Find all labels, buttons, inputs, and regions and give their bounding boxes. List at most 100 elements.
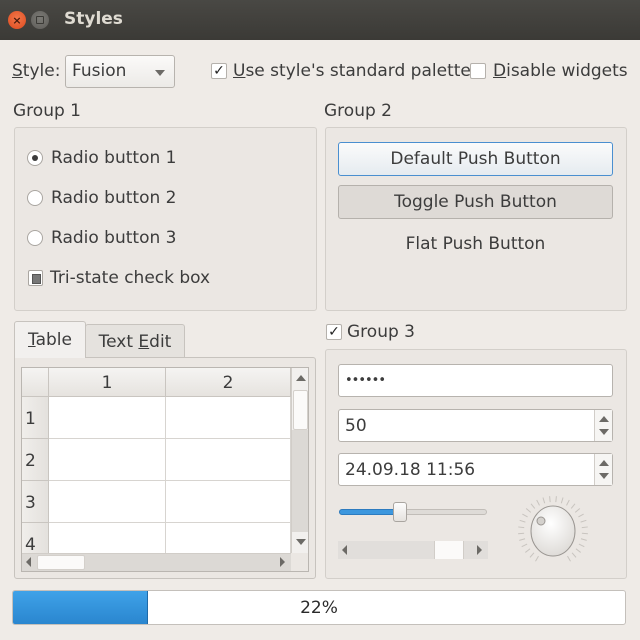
close-window-button[interactable]: × <box>8 11 26 29</box>
tristate-checkbox[interactable] <box>28 270 43 286</box>
toggle-push-button[interactable]: Toggle Push Button <box>338 185 613 219</box>
disable-widgets-label[interactable]: Disable widgets <box>493 61 628 81</box>
radio-button-2[interactable] <box>27 190 43 206</box>
table-widget: 1 2 1 2 3 4 <box>21 367 309 572</box>
dial-tick <box>522 513 528 518</box>
scroll-up-icon[interactable] <box>296 375 306 381</box>
dial-tick <box>581 526 588 529</box>
spinbox[interactable]: 50 <box>338 409 613 442</box>
row-header[interactable]: 3 <box>22 481 49 523</box>
dial-tick <box>580 519 587 523</box>
title-bar: × Styles <box>0 0 640 40</box>
scroll-right-icon[interactable] <box>477 545 482 555</box>
dial-tick <box>560 497 564 504</box>
dial-tick <box>536 499 540 506</box>
dial-tick <box>575 548 581 553</box>
dial-tick <box>578 543 585 548</box>
group1-title: Group 1 <box>13 101 81 121</box>
minimize-icon <box>36 16 44 24</box>
scroll-left-icon[interactable] <box>342 545 347 555</box>
dial-tick <box>519 538 526 541</box>
radio-button-3[interactable] <box>27 230 43 246</box>
slider-handle[interactable] <box>393 502 407 522</box>
flat-push-button[interactable]: Flat Push Button <box>338 228 613 262</box>
dial-tick <box>525 508 532 513</box>
scroll-right-icon[interactable] <box>280 557 285 567</box>
table-cell[interactable] <box>49 397 166 439</box>
radio-button-1[interactable] <box>27 150 43 166</box>
minimize-window-button[interactable] <box>31 11 49 29</box>
disable-widgets-checkbox[interactable] <box>470 63 486 79</box>
radio-button-1-label[interactable]: Radio button 1 <box>51 148 176 168</box>
checkmark-icon: ✓ <box>328 324 340 340</box>
spinbox-value: 50 <box>345 416 367 436</box>
checkmark-icon: ✓ <box>213 63 225 79</box>
table-cell[interactable] <box>166 439 291 481</box>
password-field[interactable]: •••••• <box>338 364 613 397</box>
dial-tick <box>530 503 536 509</box>
column-header[interactable]: 2 <box>166 368 291 397</box>
progress-text: 22% <box>300 598 338 618</box>
vertical-scroll-thumb[interactable] <box>293 390 308 430</box>
column-header[interactable]: 1 <box>49 368 166 397</box>
spin-down-icon[interactable] <box>599 429 609 435</box>
table-corner-header[interactable] <box>22 368 49 397</box>
progress-bar: 22% <box>12 590 626 625</box>
dial-tick <box>542 497 546 504</box>
default-push-button[interactable]: Default Push Button <box>338 142 613 176</box>
vertical-scroll-track[interactable] <box>292 430 308 532</box>
standard-palette-label[interactable]: Use style's standard palette <box>233 61 471 81</box>
dial-tick <box>555 496 557 503</box>
group3-title[interactable]: Group 3 <box>347 322 415 342</box>
radio-button-2-label[interactable]: Radio button 2 <box>51 188 176 208</box>
style-combobox-value: Fusion <box>72 61 127 81</box>
radio-button-3-label[interactable]: Radio button 3 <box>51 228 176 248</box>
dial-tick <box>574 508 581 513</box>
style-combobox[interactable]: Fusion <box>65 55 175 88</box>
table-cell[interactable] <box>49 481 166 523</box>
dial-tick <box>580 538 587 541</box>
row-header[interactable]: 1 <box>22 397 49 439</box>
style-label: Style: <box>12 61 61 81</box>
dial-tick <box>529 552 535 558</box>
row-header[interactable]: 2 <box>22 439 49 481</box>
dial[interactable] <box>515 493 591 569</box>
dial-tick <box>567 555 571 562</box>
spin-down-icon[interactable] <box>599 473 609 479</box>
standard-palette-checkbox[interactable]: ✓ <box>211 63 227 79</box>
horizontal-scrollbar[interactable] <box>338 541 488 559</box>
spin-up-icon[interactable] <box>599 416 609 422</box>
scrollbar-corner <box>291 553 308 571</box>
group3-checkbox[interactable]: ✓ <box>326 324 342 340</box>
table-cell[interactable] <box>166 481 291 523</box>
datetime-value: 24.09.18 11:56 <box>345 460 476 480</box>
dial-tick <box>525 548 531 553</box>
spinbox-buttons[interactable] <box>594 410 612 441</box>
scrollbar-thumb[interactable] <box>434 541 464 559</box>
horizontal-scroll-thumb[interactable] <box>37 555 85 570</box>
dial-tick <box>578 513 584 518</box>
chevron-down-icon <box>155 70 165 76</box>
table-cell[interactable] <box>49 439 166 481</box>
dial-tick <box>519 519 526 523</box>
spin-up-icon[interactable] <box>599 460 609 466</box>
dial-indicator-icon <box>536 516 546 526</box>
datetime-edit[interactable]: 24.09.18 11:56 <box>338 453 613 486</box>
dial-tick <box>566 499 570 506</box>
dial-tick <box>549 496 551 503</box>
slider-fill <box>339 509 400 515</box>
tab-text-edit[interactable]: Text Edit <box>85 324 185 357</box>
dial-tick <box>518 526 525 529</box>
scroll-left-icon[interactable] <box>26 557 31 567</box>
scroll-down-icon[interactable] <box>296 539 306 545</box>
dial-tick <box>521 543 528 548</box>
table-cell[interactable] <box>166 397 291 439</box>
tab-table[interactable]: Table <box>14 321 86 358</box>
close-icon: × <box>12 13 22 27</box>
datetime-spin-buttons[interactable] <box>594 454 612 485</box>
dial-tick <box>535 555 539 562</box>
group2-title: Group 2 <box>324 101 392 121</box>
tristate-checkbox-label[interactable]: Tri-state check box <box>50 268 210 288</box>
table-horizontal-scrollbar[interactable] <box>22 553 291 571</box>
table-vertical-scrollbar[interactable] <box>291 368 308 553</box>
